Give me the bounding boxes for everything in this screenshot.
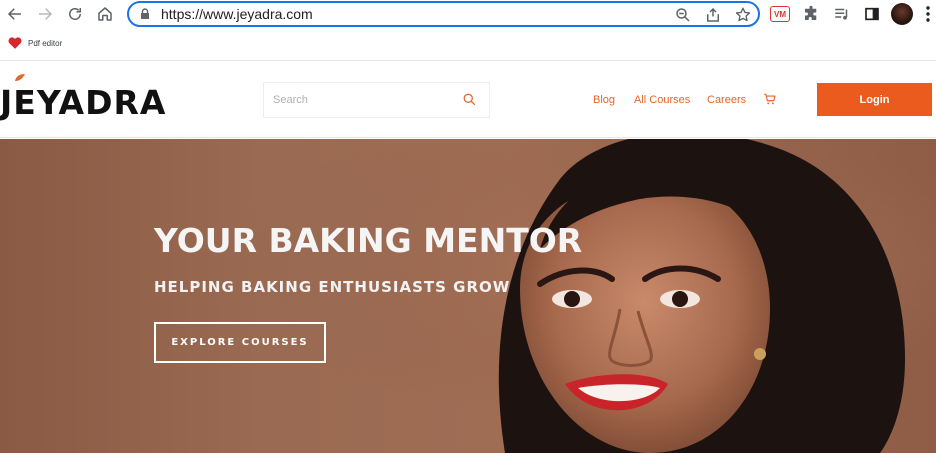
bookmark-star-icon[interactable] — [734, 6, 752, 24]
url-text: https://www.jeyadra.com — [161, 6, 313, 22]
brand-name: JEYADRA — [0, 83, 167, 122]
hero-banner: YOUR BAKING MENTOR HELPING BAKING ENTHUS… — [0, 139, 936, 453]
brand-logo[interactable]: JEYADRA — [0, 74, 172, 122]
forward-arrow-icon — [39, 8, 53, 20]
bookmark-label: Pdf editor — [28, 38, 63, 48]
nav-all-courses-link[interactable]: All Courses — [634, 94, 690, 106]
avatar — [891, 3, 913, 25]
extensions-button[interactable] — [800, 3, 822, 25]
vm-extension-badge: VM — [774, 9, 786, 19]
home-button[interactable] — [95, 4, 115, 24]
menu-button[interactable] — [922, 3, 934, 25]
cart-icon[interactable] — [763, 92, 777, 106]
vm-extension-button[interactable]: VM — [768, 3, 792, 25]
search-icon[interactable] — [462, 92, 477, 107]
nav-careers-link[interactable]: Careers — [707, 94, 746, 106]
hero-portrait-image — [0, 139, 936, 453]
browser-toolbar: https://www.jeyadra.com VM — [0, 0, 936, 28]
hero-subtitle: HELPING BAKING ENTHUSIASTS GROW — [154, 278, 511, 296]
search-input[interactable] — [264, 83, 454, 117]
share-icon[interactable] — [704, 6, 722, 24]
profile-button[interactable] — [890, 3, 914, 25]
heart-icon — [8, 37, 22, 49]
leaf-icon — [15, 74, 25, 81]
home-icon — [98, 7, 112, 21]
nav-blog-link[interactable]: Blog — [593, 94, 615, 106]
media-button[interactable] — [831, 3, 853, 25]
side-panel-button[interactable] — [861, 3, 883, 25]
login-button[interactable]: Login — [817, 83, 932, 116]
address-bar[interactable]: https://www.jeyadra.com — [127, 1, 760, 27]
explore-courses-button[interactable]: EXPLORE COURSES — [154, 322, 326, 363]
bookmarks-bar: Pdf editor — [0, 30, 936, 58]
bookmark-pdf-editor[interactable]: Pdf editor — [8, 37, 62, 49]
search-box — [263, 82, 490, 118]
lock-icon — [141, 8, 149, 19]
back-arrow-icon — [7, 8, 21, 20]
media-queue-icon — [835, 8, 848, 20]
back-button[interactable] — [5, 4, 25, 24]
puzzle-piece-icon — [805, 5, 817, 20]
hero-title: YOUR BAKING MENTOR — [154, 221, 583, 260]
reload-button[interactable] — [65, 4, 85, 24]
vm-extension-icon: VM — [770, 6, 790, 22]
side-panel-icon — [865, 7, 879, 21]
zoom-icon[interactable] — [674, 6, 692, 24]
forward-button[interactable] — [35, 4, 55, 24]
reload-icon — [69, 8, 81, 20]
site-header: JEYADRA Blog All Courses Careers Login — [0, 61, 936, 138]
more-vert-icon — [926, 6, 930, 22]
